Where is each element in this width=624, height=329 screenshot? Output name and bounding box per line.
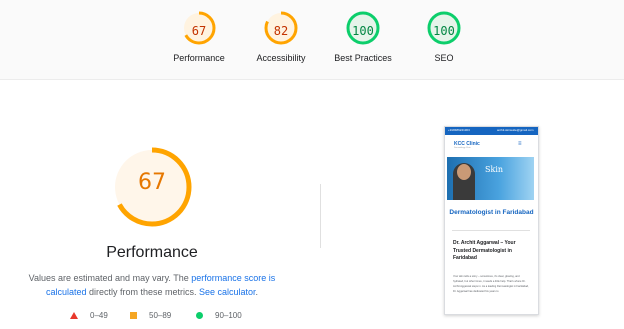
gauge-seo[interactable]: 100 SEO <box>399 10 489 63</box>
site-divider <box>452 230 530 231</box>
score-legend: 0–49 50–89 90–100 <box>64 311 264 325</box>
performance-description: Values are estimated and may vary. The p… <box>12 271 292 299</box>
doctor-face <box>457 164 471 180</box>
site-top-bar: +918486241303 archit.skinsuite@gmail.com <box>445 127 538 135</box>
gauge-accessibility[interactable]: 82 Accessibility <box>236 10 326 63</box>
gauge-label: SEO <box>434 53 454 63</box>
divider <box>320 184 321 248</box>
gauge-score: 100 <box>352 24 374 38</box>
performance-score: 67 <box>138 170 166 195</box>
category-summary-bar: 67 Performance 82 Accessibility 100 Best… <box>0 0 624 80</box>
gauge-label: Performance <box>173 53 225 63</box>
legend-pass: 90–100 <box>196 311 242 320</box>
performance-title: Performance <box>106 244 198 261</box>
gauge-score: 67 <box>191 24 207 38</box>
description-text: Values are estimated and may vary. The <box>28 273 192 283</box>
gauge-best-practices[interactable]: 100 Best Practices <box>318 10 408 63</box>
gauge-score: 82 <box>273 24 289 38</box>
legend-fail: 0–49 <box>70 311 108 320</box>
red-triangle-icon <box>70 312 78 319</box>
site-title: Dermatologist in Faridabad <box>449 209 534 216</box>
calculator-link[interactable]: See calculator <box>199 287 256 297</box>
legend-pass-range: 90–100 <box>215 311 242 320</box>
description-text: directly from these metrics. <box>86 287 199 297</box>
gauge-label: Best Practices <box>334 53 392 63</box>
green-circle-icon <box>196 312 203 319</box>
hero-text: Skin <box>485 165 504 174</box>
site-body-text: Your skin tells a story – sometimes, it'… <box>453 275 529 293</box>
final-screenshot[interactable]: +918486241303 archit.skinsuite@gmail.com… <box>444 126 539 315</box>
site-phone: +918486241303 <box>448 128 470 132</box>
site-heading: Dr. Archit Aggarwal – Your Trusted Derma… <box>453 240 516 261</box>
site-email: archit.skinsuite@gmail.com <box>497 128 534 132</box>
legend-fail-range: 0–49 <box>90 311 108 320</box>
orange-square-icon <box>130 312 137 319</box>
description-text: . <box>255 287 259 297</box>
legend-average-range: 50–89 <box>149 311 172 320</box>
menu-icon: ≡ <box>518 141 522 147</box>
legend-average: 50–89 <box>130 311 171 320</box>
gauge-score: 100 <box>433 24 455 38</box>
site-logo-subtitle: Dermatology Clinic <box>454 147 471 149</box>
site-hero-image: Skin <box>447 157 534 200</box>
gauge-performance[interactable]: 67 Performance <box>154 10 244 63</box>
gauge-label: Accessibility <box>256 53 306 63</box>
